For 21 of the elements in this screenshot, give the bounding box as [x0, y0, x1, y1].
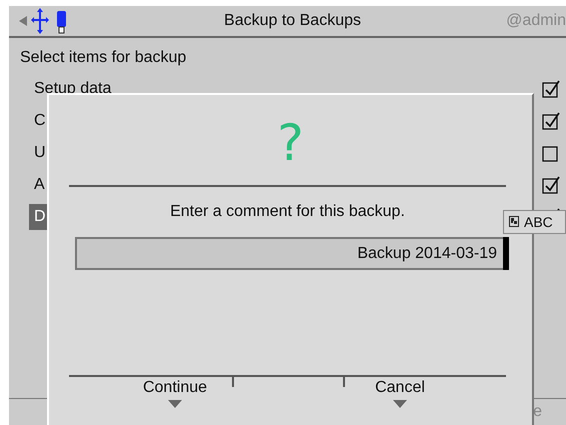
back-arrow-icon[interactable]	[19, 16, 27, 26]
comment-field[interactable]: Backup 2014-03-19	[75, 237, 509, 270]
checkbox[interactable]	[542, 176, 560, 194]
question-icon: ?	[277, 95, 304, 185]
checkbox[interactable]	[542, 144, 560, 162]
checkbox[interactable]	[542, 112, 560, 130]
dialog-button[interactable]: Continue	[69, 379, 281, 408]
window-title: Backup to Backups	[223, 12, 362, 30]
list-item[interactable]: A	[29, 172, 50, 198]
dialog-message: Enter a comment for this backup.	[170, 203, 405, 222]
keyboard-mode-icon	[509, 216, 520, 228]
caret-icon	[393, 400, 407, 408]
section-title: Select items for backup	[19, 48, 188, 68]
list-item[interactable]: C	[29, 108, 51, 134]
user-label: @admin	[505, 12, 566, 30]
caret-icon	[168, 400, 182, 408]
input-mode-label: ABC	[524, 214, 553, 230]
checkbox[interactable]	[542, 80, 560, 98]
text-cursor	[503, 237, 509, 270]
dialog-button[interactable]: Cancel	[294, 379, 506, 408]
list-item[interactable]: U	[29, 140, 51, 166]
